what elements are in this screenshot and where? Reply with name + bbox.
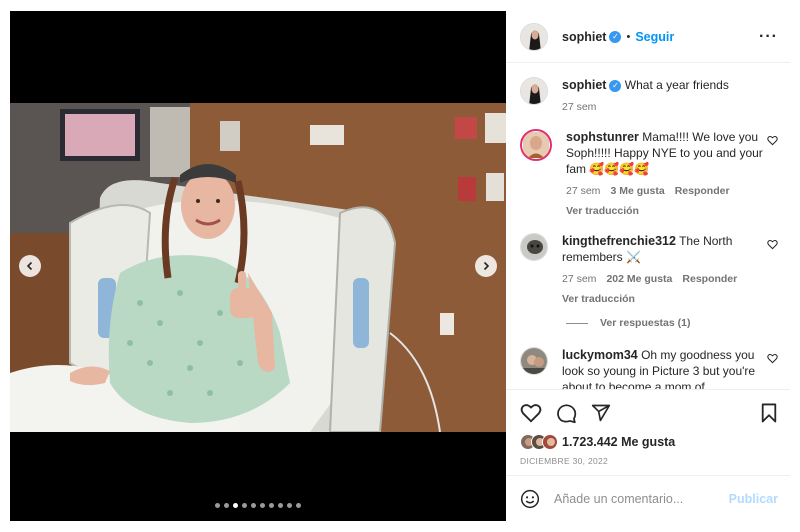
likes-row[interactable]: 1.723.442 Me gusta: [520, 434, 778, 450]
carousel-dot: [287, 503, 292, 508]
previous-slide-button[interactable]: [19, 255, 41, 277]
comment-item: kingthefrenchie312 The North remembers ⚔…: [520, 233, 778, 307]
carousel-dot: [242, 503, 247, 508]
media-viewer: [10, 11, 506, 521]
carousel-indicator: [10, 503, 506, 508]
comment-composer: Añade un comentario... Publicar: [506, 475, 790, 521]
follow-button[interactable]: Seguir: [635, 30, 674, 44]
carousel-dot: [278, 503, 283, 508]
comment-input[interactable]: Añade un comentario...: [554, 492, 729, 506]
heart-icon[interactable]: [767, 353, 778, 364]
comment-username[interactable]: luckymom34: [562, 348, 638, 362]
heart-icon[interactable]: [767, 135, 778, 146]
avatar[interactable]: [520, 129, 552, 161]
next-slide-button[interactable]: [475, 255, 497, 277]
post-side-panel: sophiet ✓ • Seguir ··· sophiet ✓ What a y…: [506, 11, 790, 521]
more-icon[interactable]: ···: [759, 28, 778, 46]
carousel-dot: [260, 503, 265, 508]
action-bar: [520, 398, 778, 428]
avatar[interactable]: [520, 22, 548, 51]
heart-icon[interactable]: [520, 402, 542, 424]
view-replies-label: Ver respuestas (1): [600, 317, 691, 329]
translate-link[interactable]: Ver traducción: [562, 291, 762, 307]
likes-count[interactable]: 1.723.442 Me gusta: [562, 435, 675, 449]
publish-button[interactable]: Publicar: [729, 492, 778, 506]
emoji-icon[interactable]: [520, 489, 540, 509]
post-modal: sophiet ✓ • Seguir ··· sophiet ✓ What a y…: [10, 11, 790, 521]
liker-avatar: [542, 434, 558, 450]
comment-likes[interactable]: 202 Me gusta: [606, 271, 672, 287]
post-header: sophiet ✓ • Seguir ···: [506, 11, 790, 63]
carousel-dot: [251, 503, 256, 508]
heart-icon[interactable]: [767, 239, 778, 250]
chevron-right-icon: [483, 261, 490, 271]
translate-link[interactable]: Ver traducción: [566, 203, 766, 219]
comment-item: sophstunrer Mama!!!! We love you Soph!!!…: [520, 129, 778, 219]
post-photo: [10, 103, 506, 432]
verified-badge-icon: ✓: [609, 30, 622, 43]
comment-username[interactable]: kingthefrenchie312: [562, 234, 676, 248]
verified-badge-icon: ✓: [609, 79, 622, 92]
carousel-dot: [269, 503, 274, 508]
avatar[interactable]: [520, 77, 548, 105]
comment-time: 27 sem: [566, 185, 601, 197]
carousel-dot: [215, 503, 220, 508]
author-username[interactable]: sophiet: [562, 30, 606, 44]
post-actions-section: 1.723.442 Me gusta DICIEMBRE 30, 2022: [506, 389, 790, 475]
carousel-dot: [224, 503, 229, 508]
comment-item: luckymom34 Oh my goodness you look so yo…: [520, 347, 778, 389]
chevron-left-icon: [26, 261, 33, 271]
view-replies-button[interactable]: Ver respuestas (1): [566, 317, 778, 329]
caption-username[interactable]: sophiet: [562, 78, 606, 92]
comment-username[interactable]: sophstunrer: [566, 130, 639, 144]
caption-text: What a year friends: [624, 78, 729, 92]
comment-time: 27 sem: [562, 273, 597, 285]
comments-list[interactable]: sophiet ✓ What a year friends 27 sem soph…: [506, 63, 790, 389]
reply-button[interactable]: Responder: [675, 183, 730, 199]
caption-time: 27 sem: [562, 101, 597, 113]
replies-divider: [566, 322, 588, 324]
avatar[interactable]: [520, 347, 548, 375]
carousel-dot: [233, 503, 238, 508]
carousel-dot: [296, 503, 301, 508]
comment-icon[interactable]: [556, 403, 577, 424]
reply-button[interactable]: Responder: [682, 271, 737, 287]
separator-dot: •: [626, 30, 631, 43]
avatar[interactable]: [520, 233, 548, 261]
comment-likes[interactable]: 3 Me gusta: [610, 183, 664, 199]
caption-row: sophiet ✓ What a year friends 27 sem: [520, 77, 778, 115]
bookmark-icon[interactable]: [760, 403, 778, 423]
post-date: DICIEMBRE 30, 2022: [520, 456, 609, 466]
share-icon[interactable]: [591, 403, 611, 423]
